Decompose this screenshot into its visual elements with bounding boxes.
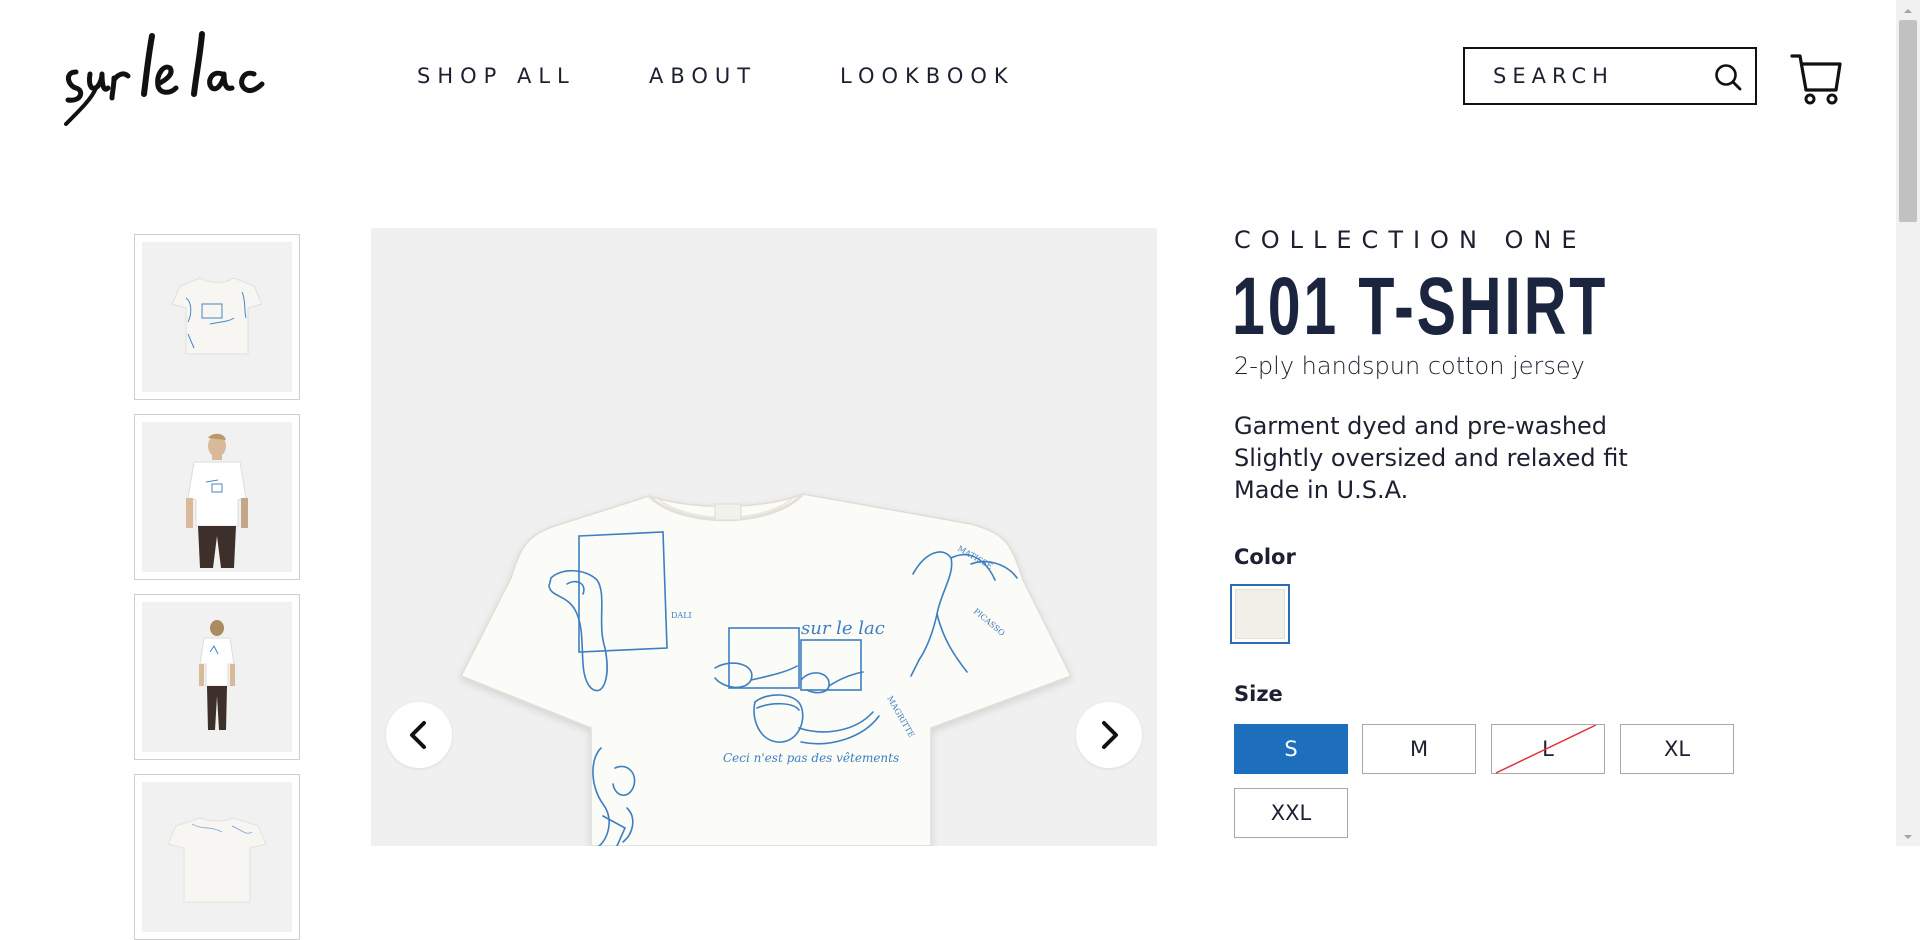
- thumb-back-flat[interactable]: [134, 774, 300, 940]
- nav-shop-all[interactable]: SHOP ALL: [417, 62, 576, 90]
- product-title: 101 T-SHIRT: [1232, 261, 1609, 352]
- scroll-up-arrow-icon[interactable]: [1899, 4, 1917, 16]
- thumbnail-image: [142, 422, 292, 572]
- size-option-l-sold-out[interactable]: L: [1491, 724, 1605, 774]
- size-option-m[interactable]: M: [1362, 724, 1476, 774]
- product-main-image[interactable]: DALI PICASSO MATISSE MAGRITTE sur le lac…: [371, 228, 1157, 846]
- size-label: Size: [1234, 682, 1283, 706]
- svg-text:DALI: DALI: [671, 611, 692, 620]
- product-description-line: Garment dyed and pre-washed: [1234, 412, 1608, 440]
- size-option-xl[interactable]: XL: [1620, 724, 1734, 774]
- size-option-s[interactable]: S: [1234, 724, 1348, 774]
- gallery-next-button[interactable]: [1076, 702, 1142, 768]
- product-subtitle: 2-ply handspun cotton jersey: [1234, 352, 1585, 380]
- nav-about[interactable]: ABOUT: [649, 62, 757, 90]
- product-collection: COLLECTION ONE: [1234, 226, 1587, 254]
- chevron-right-icon: [1102, 721, 1118, 749]
- thumb-model-back[interactable]: [134, 594, 300, 760]
- thumb-model-front[interactable]: [134, 414, 300, 580]
- sold-out-slash: [1495, 725, 1597, 774]
- thumbnail-image: [142, 602, 292, 752]
- size-option-xxl[interactable]: XXL: [1234, 788, 1348, 838]
- color-swatch-natural[interactable]: [1230, 584, 1290, 644]
- search-icon[interactable]: [1713, 62, 1743, 92]
- search-placeholder: SEARCH: [1493, 64, 1614, 88]
- shirt-logo-text: sur le lac: [801, 618, 885, 639]
- brand-logo[interactable]: [62, 28, 312, 128]
- shirt-print-text: Ceci n'est pas des vêtements: [723, 751, 899, 765]
- product-description-line: Slightly oversized and relaxed fit: [1234, 444, 1628, 472]
- thumb-front-flat[interactable]: [134, 234, 300, 400]
- gallery-prev-button[interactable]: [386, 702, 452, 768]
- search-input[interactable]: SEARCH: [1463, 47, 1757, 105]
- color-label: Color: [1234, 545, 1296, 569]
- thumbnail-image: [142, 242, 292, 392]
- scrollbar-thumb[interactable]: [1899, 20, 1917, 222]
- product-description-line: Made in U.S.A.: [1234, 476, 1409, 504]
- cart-icon[interactable]: [1790, 50, 1842, 106]
- swatch-fill: [1235, 589, 1285, 639]
- chevron-left-icon: [410, 721, 426, 749]
- thumbnail-image: [142, 782, 292, 932]
- nav-lookbook[interactable]: LOOKBOOK: [840, 62, 1015, 90]
- scroll-down-arrow-icon[interactable]: [1899, 830, 1917, 842]
